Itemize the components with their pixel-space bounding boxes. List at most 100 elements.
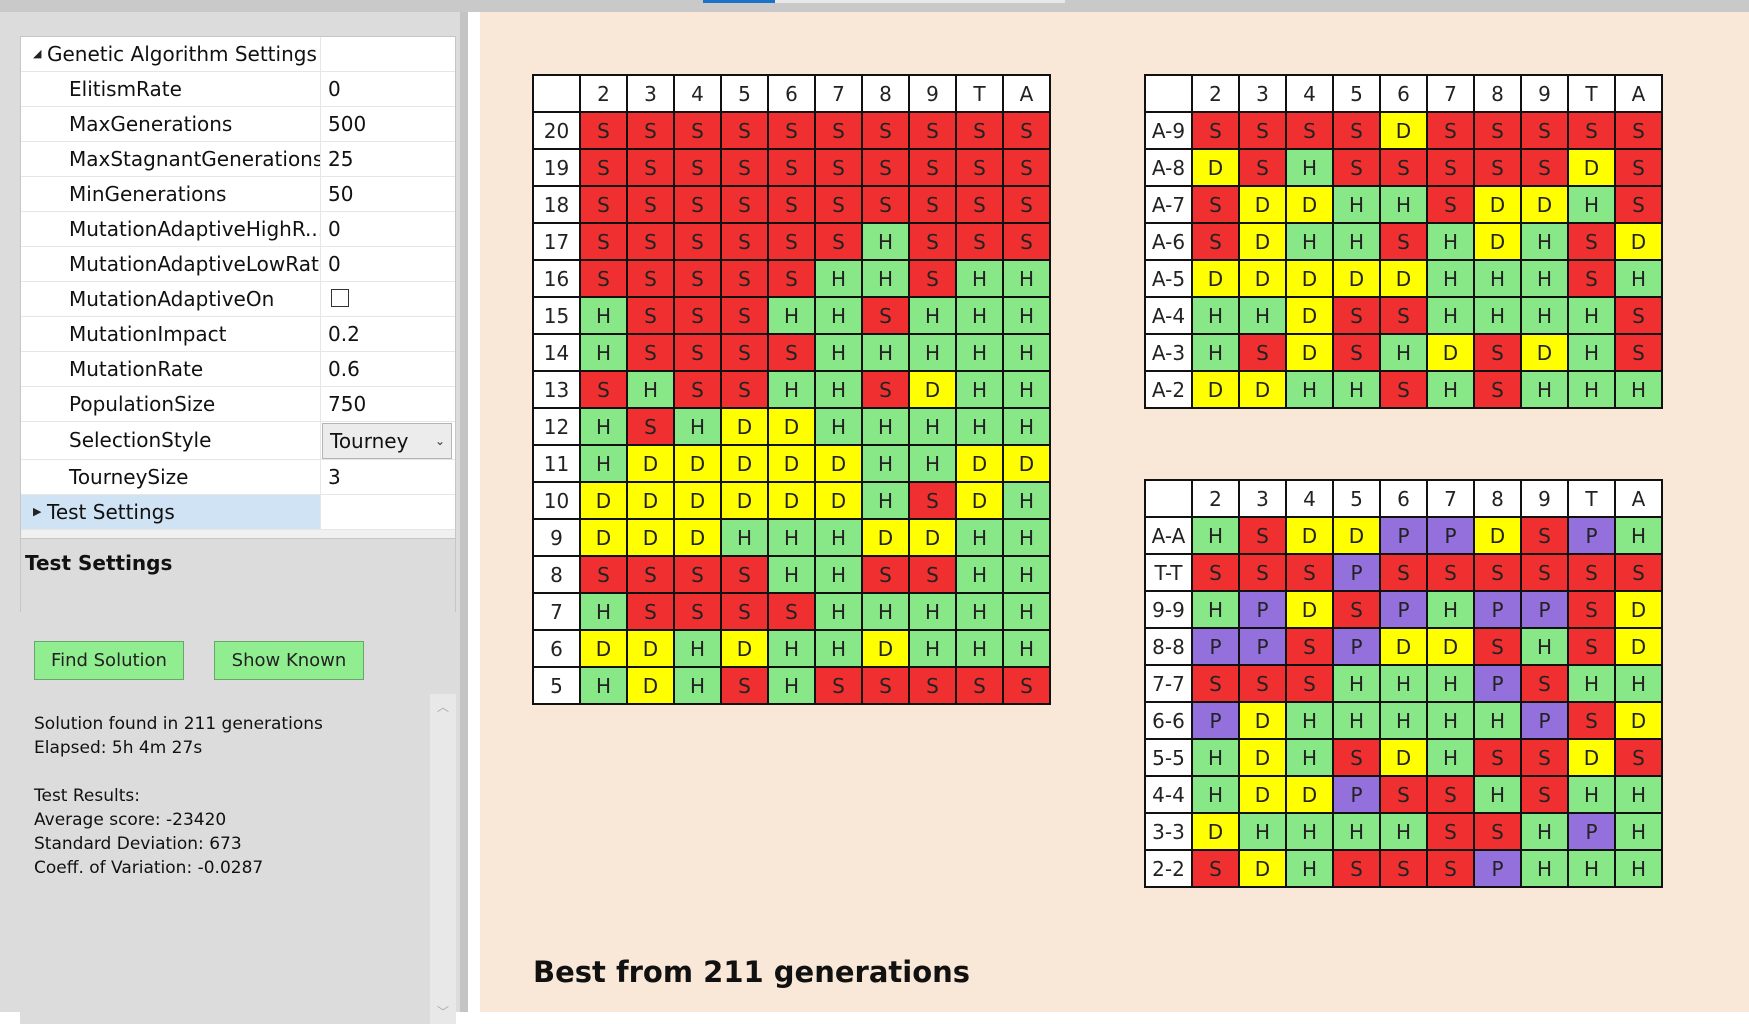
property-row-mutation-adaptive-low-rate[interactable]: MutationAdaptiveLowRate 0 [21, 247, 455, 282]
dealer-card-header: 5 [1332, 479, 1381, 518]
strategy-cell: S [1238, 148, 1287, 187]
category-test-row[interactable]: ▶ Test Settings [21, 495, 455, 530]
table-row: 16 S S S S S H H S H H [532, 259, 1051, 298]
strategy-cell: H [1426, 701, 1475, 740]
dealer-card-header: 3 [1238, 74, 1287, 113]
tourney-size-input[interactable]: 3 [321, 460, 455, 494]
strategy-cell: S [1614, 296, 1663, 335]
dealer-card-header: 7 [1426, 479, 1475, 518]
strategy-cell: S [720, 333, 769, 372]
strategy-cell: H [1426, 222, 1475, 261]
elitism-rate-input[interactable]: 0 [321, 72, 455, 106]
category-genetic-row[interactable]: ◢ Genetic Algorithm Settings [21, 37, 455, 72]
strategy-cell: D [626, 481, 675, 520]
strategy-cell: S [767, 111, 816, 150]
soft-totals-table: 2 3 4 5 6 7 8 9 T A A-9 S S S S D S S S S S A-8 D S H S S S S S D S A-7 S… [1144, 74, 1663, 409]
hand-label: 6-6 [1144, 701, 1193, 740]
strategy-cell: S [1191, 849, 1240, 888]
mutation-adaptive-low-rate-input[interactable]: 0 [321, 247, 455, 281]
strategy-cell: H [814, 518, 863, 557]
category-label[interactable]: ◢ Genetic Algorithm Settings [21, 37, 321, 71]
strategy-cell: S [861, 148, 910, 187]
results-scrollbar[interactable]: ︿ ﹀ [430, 694, 456, 1024]
strategy-cell: S [626, 296, 675, 335]
property-row-elitism-rate[interactable]: ElitismRate 0 [21, 72, 455, 107]
category-label[interactable]: ▶ Test Settings [21, 495, 321, 529]
strategy-cell: P [1567, 516, 1616, 555]
strategy-cell: H [1614, 775, 1663, 814]
strategy-cell: P [1473, 664, 1522, 703]
strategy-cell: S [626, 222, 675, 261]
splitter[interactable] [460, 12, 468, 1012]
strategy-cell: S [1473, 553, 1522, 592]
strategy-cell: S [908, 259, 957, 298]
strategy-cell: H [1285, 222, 1334, 261]
property-name: MaxStagnantGenerations [21, 142, 321, 176]
strategy-cell: H [767, 629, 816, 668]
strategy-cell: D [1238, 701, 1287, 740]
strategy-cell: H [1567, 664, 1616, 703]
property-row-selection-style[interactable]: SelectionStyle Tourney ⌄ [21, 422, 455, 460]
strategy-cell: D [767, 444, 816, 483]
strategy-cell: H [1191, 296, 1240, 335]
find-solution-button[interactable]: Find Solution [34, 641, 184, 680]
hand-label: 9-9 [1144, 590, 1193, 629]
strategy-cell: S [767, 592, 816, 631]
population-size-input[interactable]: 750 [321, 387, 455, 421]
property-row-max-stagnant-generations[interactable]: MaxStagnantGenerations 25 [21, 142, 455, 177]
property-row-min-generations[interactable]: MinGenerations 50 [21, 177, 455, 212]
description-pane: Test Settings [21, 538, 455, 612]
strategy-cell: S [720, 666, 769, 705]
strategy-cell: D [1238, 259, 1287, 298]
property-row-tourney-size[interactable]: TourneySize 3 [21, 460, 455, 495]
strategy-cell: H [1002, 481, 1051, 520]
selection-style-dropdown[interactable]: Tourney ⌄ [322, 423, 452, 459]
expand-arrow-icon[interactable]: ▶ [33, 495, 41, 529]
min-generations-input[interactable]: 50 [321, 177, 455, 211]
strategy-cell: D [1285, 259, 1334, 298]
strategy-cell: H [579, 333, 628, 372]
strategy-cell: S [1426, 553, 1475, 592]
mutation-adaptive-high-rate-input[interactable]: 0 [321, 212, 455, 246]
strategy-cell: S [579, 185, 628, 224]
active-tab-indicator[interactable] [703, 0, 775, 3]
property-name: PopulationSize [21, 387, 321, 421]
strategy-cell: S [720, 259, 769, 298]
strategy-cell: S [1473, 111, 1522, 150]
property-row-mutation-adaptive-on[interactable]: MutationAdaptiveOn [21, 282, 455, 317]
strategy-cell: D [1285, 296, 1334, 335]
dealer-card-header: T [1567, 479, 1616, 518]
strategy-cell: H [1002, 555, 1051, 594]
show-known-button[interactable]: Show Known [214, 641, 364, 680]
property-row-max-generations[interactable]: MaxGenerations 500 [21, 107, 455, 142]
property-row-mutation-impact[interactable]: MutationImpact 0.2 [21, 317, 455, 352]
max-stagnant-generations-input[interactable]: 25 [321, 142, 455, 176]
scroll-up-icon[interactable]: ︿ [430, 698, 456, 715]
strategy-cell: D [1332, 259, 1381, 298]
table-row: A-8 D S H S S S S S D S [1144, 148, 1663, 187]
strategy-cell: H [955, 518, 1004, 557]
tab-strip[interactable] [775, 0, 1065, 3]
strategy-cell: D [579, 481, 628, 520]
strategy-cell: S [579, 222, 628, 261]
strategy-cell: P [1238, 627, 1287, 666]
property-row-population-size[interactable]: PopulationSize 750 [21, 387, 455, 422]
header-row: 23456789TA [532, 74, 1051, 113]
property-row-mutation-adaptive-high-rate[interactable]: MutationAdaptiveHighR... 0 [21, 212, 455, 247]
strategy-cell: D [1238, 370, 1287, 409]
strategy-cell: S [955, 222, 1004, 261]
property-row-mutation-rate[interactable]: MutationRate 0.6 [21, 352, 455, 387]
table-row: 6DDHDHHDHHH [532, 629, 1051, 668]
strategy-cell: D [1191, 148, 1240, 187]
collapse-arrow-icon[interactable]: ◢ [33, 37, 41, 71]
max-generations-input[interactable]: 500 [321, 107, 455, 141]
strategy-cell: H [1191, 775, 1240, 814]
average-score-text: Average score: -23420 [34, 810, 227, 830]
table-row: 6-6 P D H H H H H P S D [1144, 701, 1663, 740]
mutation-impact-input[interactable]: 0.2 [321, 317, 455, 351]
strategy-cell: H [1426, 370, 1475, 409]
strategy-cell: S [1002, 666, 1051, 705]
mutation-rate-input[interactable]: 0.6 [321, 352, 455, 386]
hand-label: A-A [1144, 516, 1193, 555]
mutation-adaptive-on-checkbox[interactable] [331, 289, 349, 307]
